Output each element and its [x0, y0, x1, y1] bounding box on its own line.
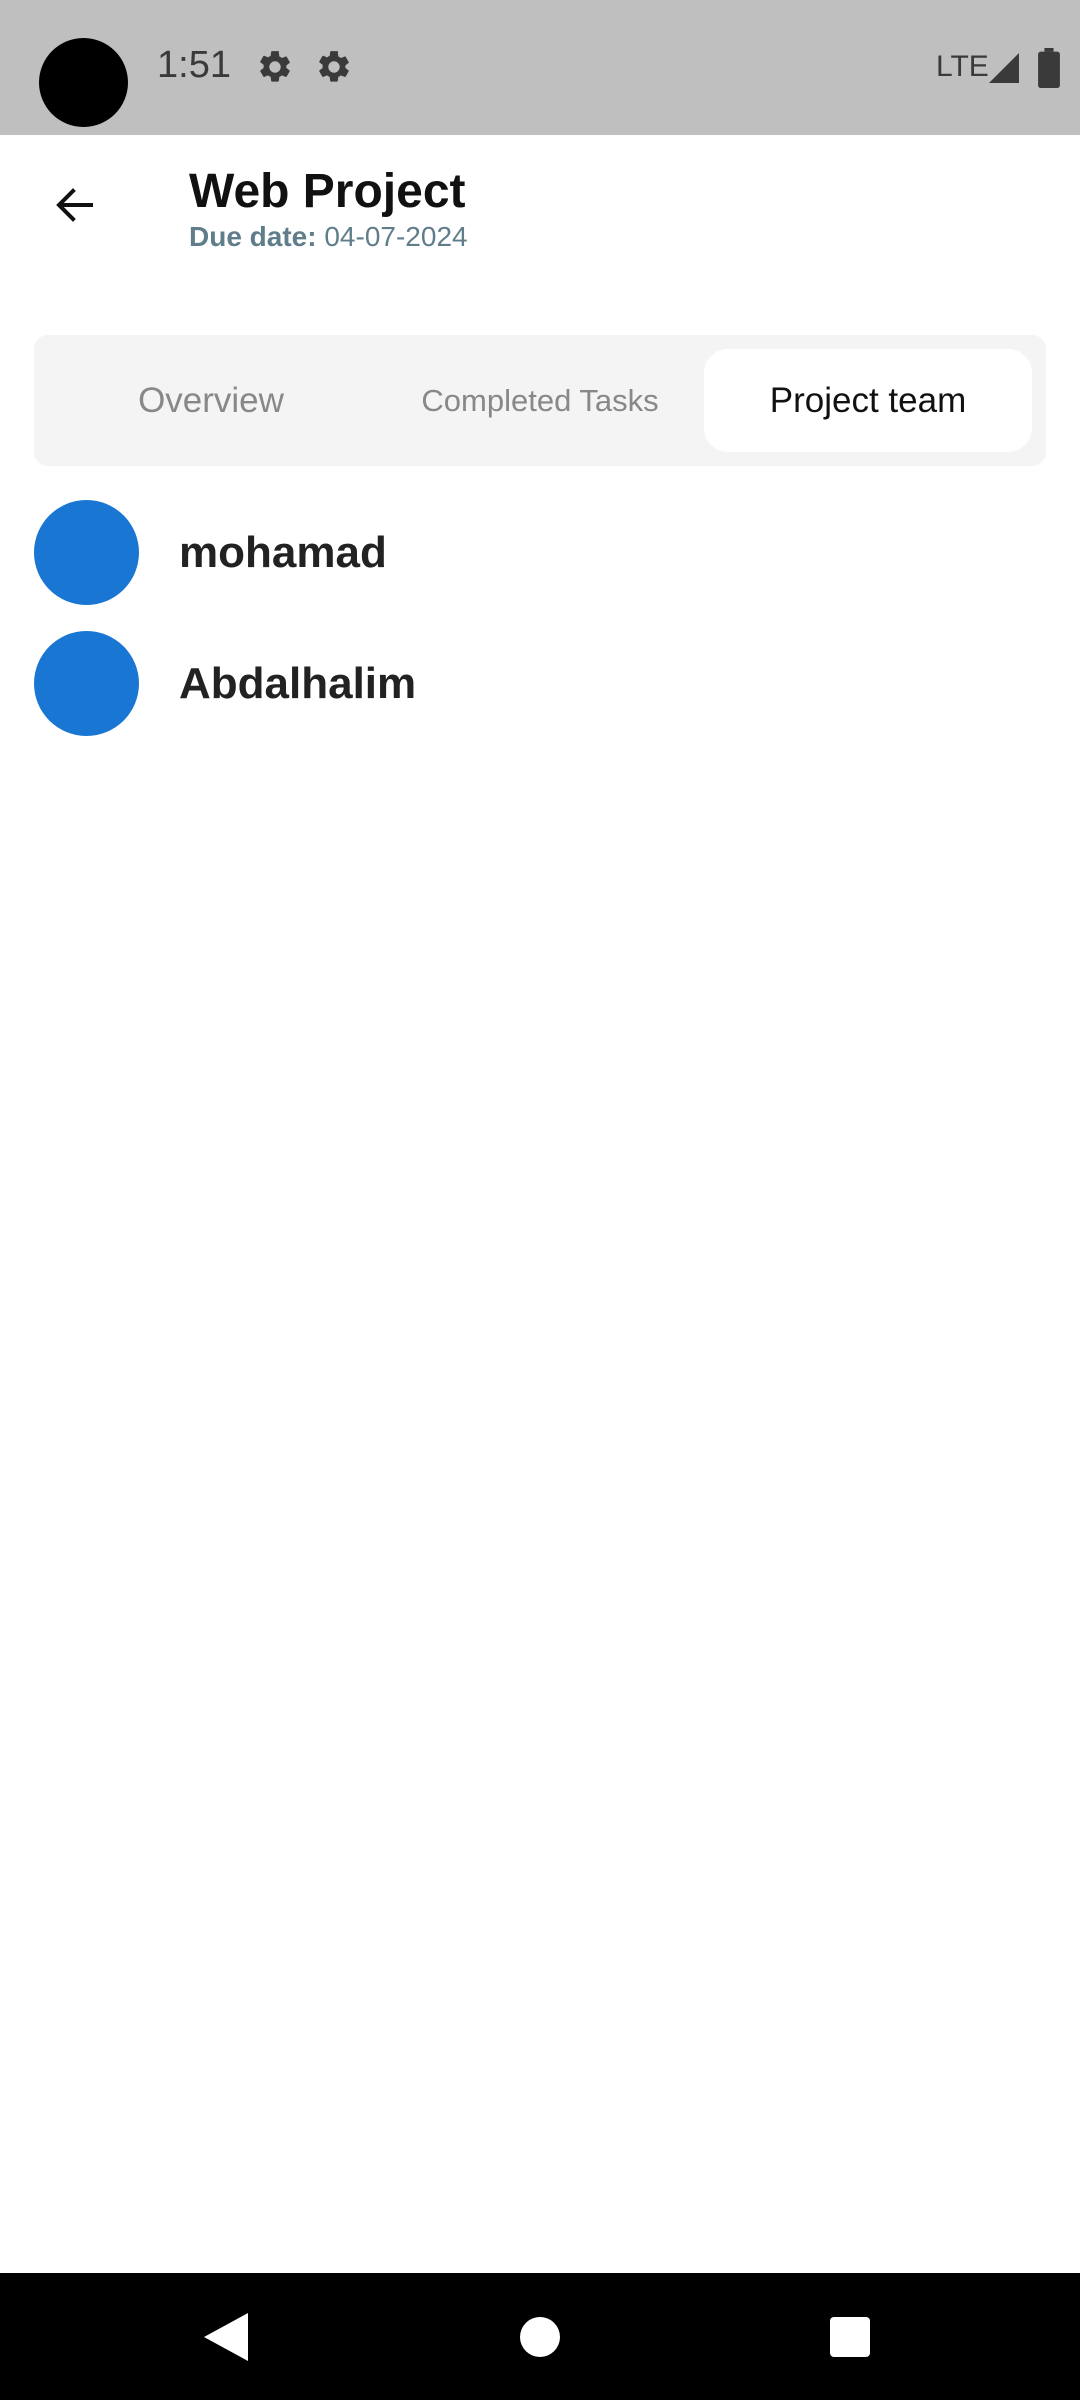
- tab-completed-tasks[interactable]: Completed Tasks: [388, 349, 692, 452]
- status-time: 1:51: [157, 44, 231, 86]
- nav-recents-icon: [830, 2317, 870, 2357]
- settings-icon: [319, 51, 349, 82]
- settings-icon: [260, 51, 290, 82]
- battery-icon: [1038, 48, 1060, 88]
- tab-bar: Overview Completed Tasks Project team: [34, 335, 1046, 466]
- due-date-label: Due date:: [189, 221, 317, 252]
- avatar: [34, 500, 139, 605]
- back-button[interactable]: [30, 160, 120, 250]
- page-title: Web Project: [189, 165, 466, 218]
- status-bar: 1:51 LTE: [0, 0, 1080, 135]
- tab-project-team[interactable]: Project team: [704, 349, 1032, 452]
- camera-cutout: [39, 38, 128, 127]
- network-type: LTE: [936, 50, 989, 83]
- due-date-value: 04-07-2024: [324, 221, 468, 252]
- nav-back-icon: [204, 2313, 248, 2361]
- arrow-left-icon: [56, 188, 93, 222]
- navigation-bar: [0, 2273, 1080, 2400]
- list-item[interactable]: Abdalhalim: [0, 619, 1080, 749]
- nav-home-icon: [520, 2317, 560, 2357]
- signal-icon: [989, 53, 1019, 83]
- nav-back-button[interactable]: [190, 2301, 262, 2373]
- member-name: mohamad: [179, 528, 387, 577]
- tab-overview[interactable]: Overview: [34, 349, 388, 452]
- nav-home-button[interactable]: [504, 2301, 576, 2373]
- nav-recents-button[interactable]: [814, 2301, 886, 2373]
- due-date: Due date: 04-07-2024: [189, 221, 468, 253]
- avatar: [34, 631, 139, 736]
- list-item[interactable]: mohamad: [0, 488, 1080, 618]
- member-name: Abdalhalim: [179, 659, 417, 708]
